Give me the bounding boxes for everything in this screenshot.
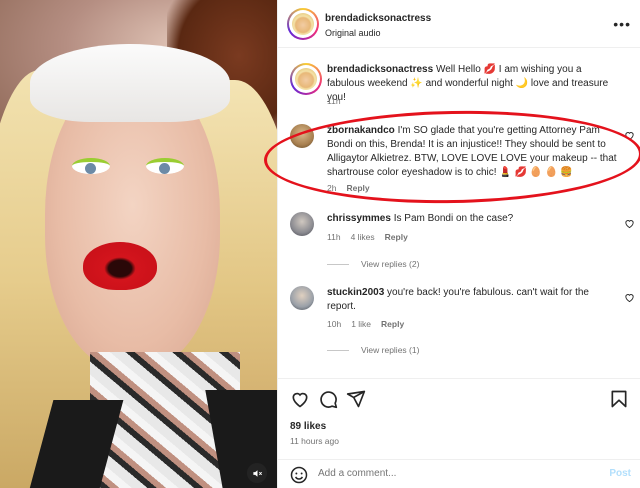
comment-time: 2h bbox=[327, 183, 337, 193]
reply-button[interactable]: Reply bbox=[346, 183, 369, 193]
caption-time: 11h bbox=[327, 96, 341, 106]
add-comment-bar: Post bbox=[278, 459, 640, 488]
like-count[interactable]: 89 likes bbox=[290, 421, 326, 432]
view-replies-button[interactable]: View replies (2) bbox=[327, 259, 419, 269]
audio-label[interactable]: Original audio bbox=[325, 28, 381, 38]
post-header: brendadicksonactress Original audio ••• bbox=[278, 0, 640, 48]
heart-icon[interactable] bbox=[624, 218, 635, 229]
commenter-avatar[interactable] bbox=[290, 124, 314, 148]
comment-text: Is Pam Bondi on the case? bbox=[393, 213, 514, 224]
reply-button[interactable]: Reply bbox=[385, 232, 408, 242]
action-bar: 89 likes 11 hours ago Post bbox=[278, 378, 640, 488]
mute-icon bbox=[252, 469, 262, 477]
post-time: 11 hours ago bbox=[290, 436, 339, 446]
commenter-avatar[interactable] bbox=[290, 212, 314, 236]
comment-input[interactable] bbox=[318, 468, 568, 479]
comment-time: 11h bbox=[327, 232, 341, 242]
comment-likes[interactable]: 1 like bbox=[351, 319, 371, 329]
bookmark-icon[interactable] bbox=[609, 389, 629, 409]
comments-list[interactable]: brendadicksonactress Well Hello 💋 I am w… bbox=[278, 48, 640, 378]
view-replies-button[interactable]: View replies (1) bbox=[327, 345, 419, 355]
reply-button[interactable]: Reply bbox=[381, 319, 404, 329]
commenter-avatar[interactable] bbox=[290, 286, 314, 310]
comment-username[interactable]: chrissymmes bbox=[327, 213, 391, 224]
caption-avatar[interactable] bbox=[290, 63, 322, 95]
more-icon[interactable]: ••• bbox=[613, 16, 631, 32]
post-panel: brendadicksonactress Original audio ••• … bbox=[277, 0, 640, 488]
header-username[interactable]: brendadicksonactress bbox=[325, 13, 431, 24]
comment-time: 10h bbox=[327, 319, 342, 329]
comment-username[interactable]: zbornakandco bbox=[327, 125, 395, 136]
comment-icon[interactable] bbox=[318, 389, 338, 409]
mute-button[interactable] bbox=[247, 463, 267, 483]
heart-icon[interactable] bbox=[624, 292, 635, 303]
share-icon[interactable] bbox=[346, 389, 366, 409]
comment-username[interactable]: stuckin2003 bbox=[327, 287, 384, 298]
headband bbox=[30, 44, 230, 122]
heart-icon[interactable] bbox=[290, 389, 310, 409]
comment-likes[interactable]: 4 likes bbox=[351, 232, 375, 242]
eye-right bbox=[146, 158, 184, 174]
eye-left bbox=[72, 158, 110, 174]
post-button[interactable]: Post bbox=[609, 468, 631, 479]
reel-video[interactable] bbox=[0, 0, 277, 488]
header-avatar[interactable] bbox=[287, 8, 319, 40]
heart-icon[interactable] bbox=[624, 130, 635, 141]
emoji-icon[interactable] bbox=[290, 466, 308, 484]
caption-username[interactable]: brendadicksonactress bbox=[327, 64, 433, 75]
lips bbox=[83, 242, 157, 290]
